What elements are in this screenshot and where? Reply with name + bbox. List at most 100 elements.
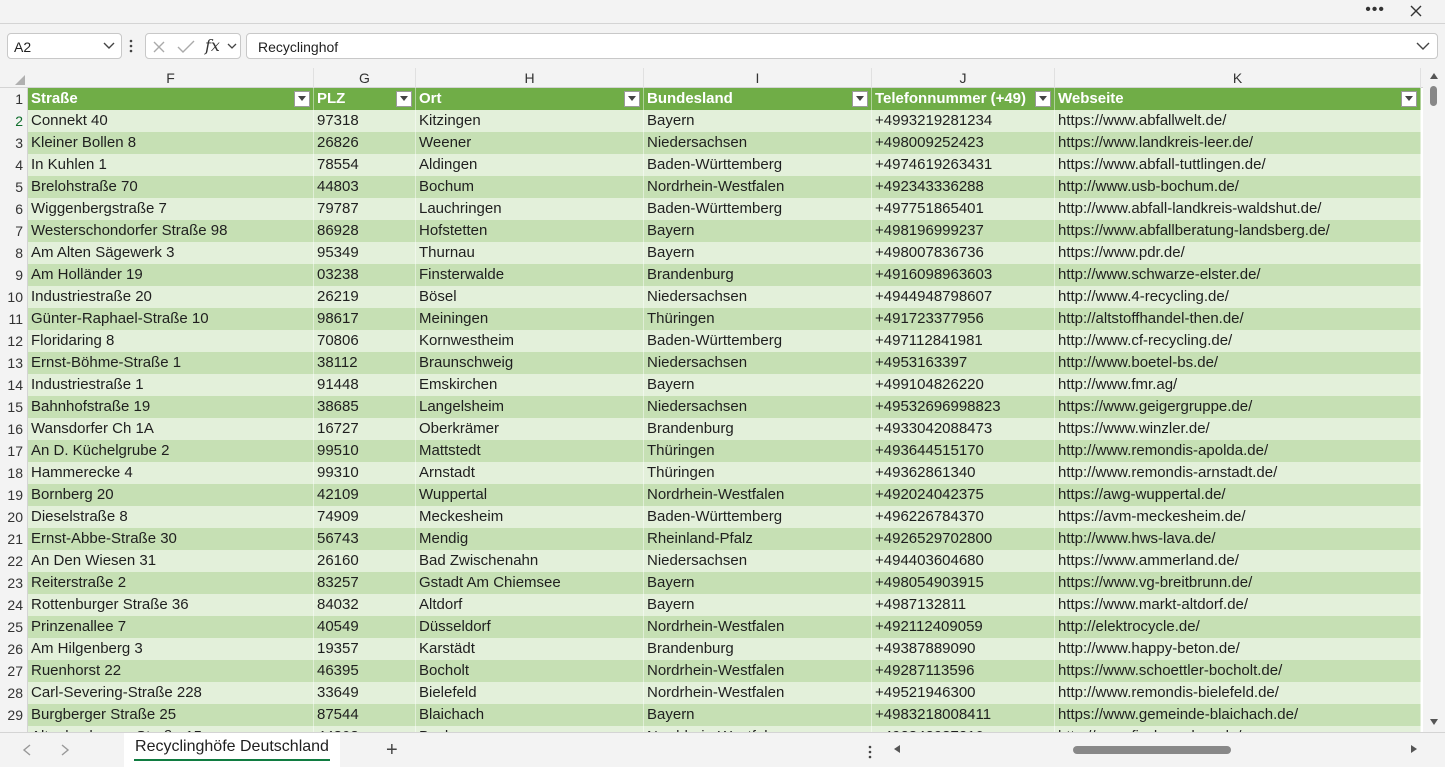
table-cell[interactable]: Ruenhorst 22 bbox=[28, 660, 314, 682]
scroll-down-icon[interactable] bbox=[1429, 718, 1439, 726]
table-cell[interactable]: An D. Küchelgrube 2 bbox=[28, 440, 314, 462]
table-cell[interactable]: http://www.cf-recycling.de/ bbox=[1055, 330, 1421, 352]
row-number[interactable]: 17 bbox=[0, 440, 28, 462]
table-cell[interactable]: https://www.vg-breitbrunn.de/ bbox=[1055, 572, 1421, 594]
table-cell[interactable]: Kleiner Bollen 8 bbox=[28, 132, 314, 154]
table-cell[interactable]: Nordrhein-Westfalen bbox=[644, 176, 872, 198]
table-cell[interactable]: +4926529702800 bbox=[872, 528, 1055, 550]
table-cell[interactable]: +4983218008411 bbox=[872, 704, 1055, 726]
table-cell[interactable]: +4933042088473 bbox=[872, 418, 1055, 440]
table-cell[interactable]: Floridaring 8 bbox=[28, 330, 314, 352]
table-cell[interactable]: https://www.landkreis-leer.de/ bbox=[1055, 132, 1421, 154]
table-cell[interactable]: +497751865401 bbox=[872, 198, 1055, 220]
table-cell[interactable]: Niedersachsen bbox=[644, 396, 872, 418]
vertical-dots-icon[interactable] bbox=[868, 744, 872, 760]
column-header-j[interactable]: J bbox=[872, 68, 1055, 88]
row-number[interactable]: 8 bbox=[0, 242, 28, 264]
previous-sheet-icon[interactable] bbox=[22, 744, 32, 756]
close-icon[interactable] bbox=[1407, 2, 1425, 20]
horizontal-scroll-thumb[interactable] bbox=[1073, 746, 1231, 754]
table-cell[interactable]: 26826 bbox=[314, 132, 416, 154]
table-cell[interactable]: Niedersachsen bbox=[644, 132, 872, 154]
more-options-icon[interactable]: ••• bbox=[1365, 1, 1385, 19]
table-cell[interactable]: Blaichach bbox=[416, 704, 644, 726]
filter-dropdown-button[interactable] bbox=[852, 91, 868, 107]
row-number[interactable]: 23 bbox=[0, 572, 28, 594]
add-sheet-button[interactable]: + bbox=[386, 740, 398, 760]
table-cell[interactable]: 26160 bbox=[314, 550, 416, 572]
table-cell[interactable]: Brelohstraße 70 bbox=[28, 176, 314, 198]
table-cell[interactable]: +49387889090 bbox=[872, 638, 1055, 660]
filter-dropdown-button[interactable] bbox=[624, 91, 640, 107]
table-cell[interactable]: http://www.boetel-bs.de/ bbox=[1055, 352, 1421, 374]
table-cell[interactable]: http://www.abfall-landkreis-waldshut.de/ bbox=[1055, 198, 1421, 220]
table-cell[interactable]: Am Hilgenberg 3 bbox=[28, 638, 314, 660]
table-cell[interactable]: Mendig bbox=[416, 528, 644, 550]
table-cell[interactable]: Altdorf bbox=[416, 594, 644, 616]
table-cell[interactable]: Niedersachsen bbox=[644, 352, 872, 374]
table-cell[interactable]: http://www.4-recycling.de/ bbox=[1055, 286, 1421, 308]
table-cell[interactable]: 87544 bbox=[314, 704, 416, 726]
row-number[interactable]: 26 bbox=[0, 638, 28, 660]
row-number[interactable]: 21 bbox=[0, 528, 28, 550]
table-cell[interactable]: Weener bbox=[416, 132, 644, 154]
table-cell[interactable]: +497112841981 bbox=[872, 330, 1055, 352]
table-cell[interactable]: 79787 bbox=[314, 198, 416, 220]
row-number[interactable]: 2 bbox=[0, 110, 28, 132]
column-header-g[interactable]: G bbox=[314, 68, 416, 88]
table-cell[interactable]: Bayern bbox=[644, 572, 872, 594]
row-number[interactable]: 4 bbox=[0, 154, 28, 176]
table-cell[interactable]: Braunschweig bbox=[416, 352, 644, 374]
table-cell[interactable]: https://www.markt-altdorf.de/ bbox=[1055, 594, 1421, 616]
table-cell[interactable]: Burgberger Straße 25 bbox=[28, 704, 314, 726]
table-cell[interactable]: Bayern bbox=[644, 220, 872, 242]
table-cell[interactable]: Thurnau bbox=[416, 242, 644, 264]
table-cell[interactable]: Düsseldorf bbox=[416, 616, 644, 638]
table-cell[interactable]: https://www.schoettler-bocholt.de/ bbox=[1055, 660, 1421, 682]
table-cell[interactable]: An Den Wiesen 31 bbox=[28, 550, 314, 572]
table-cell[interactable]: Wansdorfer Ch 1A bbox=[28, 418, 314, 440]
table-cell[interactable]: +49532696998823 bbox=[872, 396, 1055, 418]
table-cell[interactable]: +493644515170 bbox=[872, 440, 1055, 462]
table-cell[interactable]: +499104826220 bbox=[872, 374, 1055, 396]
table-cell[interactable]: https://www.abfall-tuttlingen.de/ bbox=[1055, 154, 1421, 176]
vertical-scroll-thumb[interactable] bbox=[1430, 86, 1437, 106]
table-cell[interactable]: +49362861340 bbox=[872, 462, 1055, 484]
table-cell[interactable]: Bayern bbox=[644, 704, 872, 726]
sheet-tab-recyclinghoefe[interactable]: Recyclinghöfe Deutschland bbox=[124, 733, 340, 767]
table-cell[interactable]: Bochum bbox=[416, 176, 644, 198]
row-number[interactable]: 5 bbox=[0, 176, 28, 198]
table-cell[interactable]: Brandenburg bbox=[644, 418, 872, 440]
table-cell[interactable]: Brandenburg bbox=[644, 264, 872, 286]
table-cell[interactable]: +492112409059 bbox=[872, 616, 1055, 638]
table-header-cell[interactable]: PLZ bbox=[314, 88, 416, 110]
table-header-cell[interactable]: Ort bbox=[416, 88, 644, 110]
chevron-down-icon[interactable] bbox=[103, 42, 115, 50]
table-cell[interactable]: Wiggenbergstraße 7 bbox=[28, 198, 314, 220]
row-number[interactable]: 29 bbox=[0, 704, 28, 726]
table-cell[interactable]: +496226784370 bbox=[872, 506, 1055, 528]
table-header-cell[interactable]: Bundesland bbox=[644, 88, 872, 110]
table-cell[interactable]: https://www.abfallberatung-landsberg.de/ bbox=[1055, 220, 1421, 242]
table-cell[interactable]: Emskirchen bbox=[416, 374, 644, 396]
table-cell[interactable]: +498009252423 bbox=[872, 132, 1055, 154]
table-cell[interactable]: Bayern bbox=[644, 110, 872, 132]
table-cell[interactable]: +4916098963603 bbox=[872, 264, 1055, 286]
row-number[interactable]: 11 bbox=[0, 308, 28, 330]
row-number[interactable]: 16 bbox=[0, 418, 28, 440]
table-cell[interactable]: +49521946300 bbox=[872, 682, 1055, 704]
table-cell[interactable]: +4953163397 bbox=[872, 352, 1055, 374]
cancel-icon[interactable] bbox=[152, 40, 166, 54]
table-cell[interactable]: Lauchringen bbox=[416, 198, 644, 220]
column-header-k[interactable]: K bbox=[1055, 68, 1421, 88]
table-cell[interactable]: http://altstoffhandel-then.de/ bbox=[1055, 308, 1421, 330]
table-cell[interactable]: Aldingen bbox=[416, 154, 644, 176]
table-cell[interactable]: Langelsheim bbox=[416, 396, 644, 418]
table-cell[interactable]: +4944948798607 bbox=[872, 286, 1055, 308]
row-number[interactable]: 15 bbox=[0, 396, 28, 418]
table-cell[interactable]: +492024042375 bbox=[872, 484, 1055, 506]
table-cell[interactable]: 38112 bbox=[314, 352, 416, 374]
table-cell[interactable]: Baden-Württemberg bbox=[644, 506, 872, 528]
column-header-f[interactable]: F bbox=[28, 68, 314, 88]
table-cell[interactable]: Günter-Raphael-Straße 10 bbox=[28, 308, 314, 330]
